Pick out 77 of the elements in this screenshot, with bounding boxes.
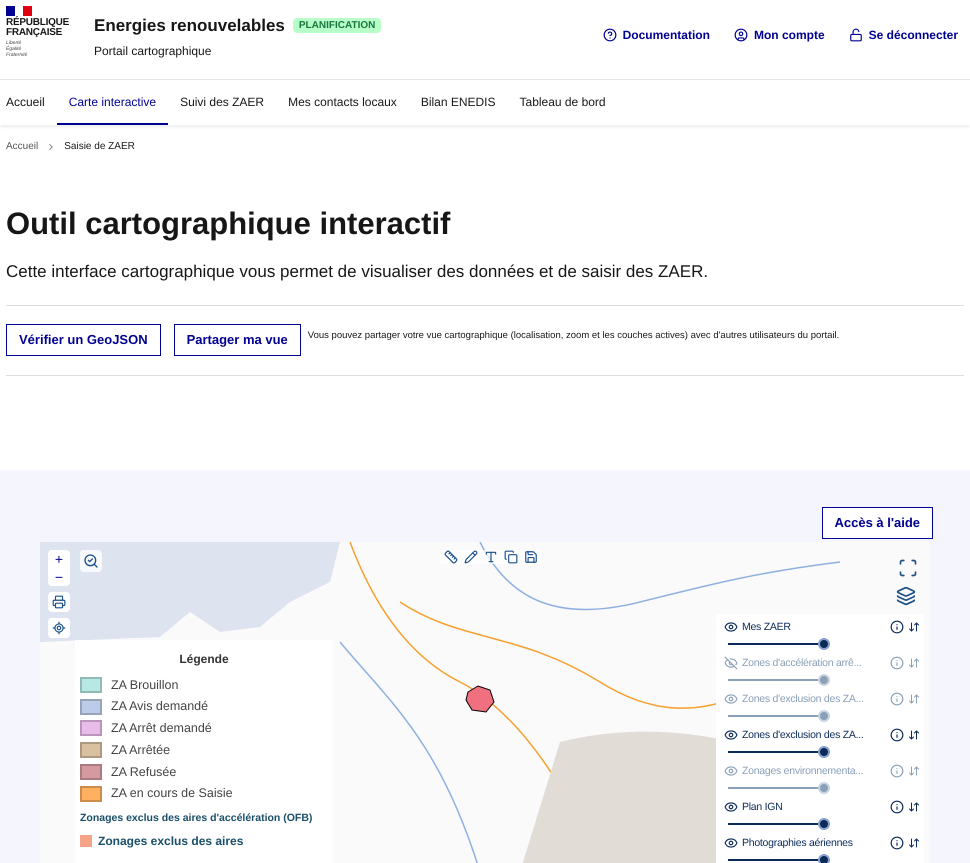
flag-icon	[6, 6, 32, 16]
share-note: Vous pouvez partager votre vue cartographique (localisation, zoom et les couches actives) avec d'autres utilisateurs du portail.	[308, 329, 840, 344]
legend-label: ZA Arrêtée	[111, 742, 170, 759]
nav-tab[interactable]: Accueil	[0, 80, 57, 125]
legend-label: ZA Brouillon	[111, 676, 178, 694]
opacity-slider[interactable]	[728, 818, 830, 830]
print-button[interactable]	[48, 592, 70, 612]
pencil-icon[interactable]	[464, 550, 478, 564]
header-link[interactable]: Documentation	[602, 26, 710, 44]
save-icon[interactable]	[524, 550, 538, 564]
lock-icon	[848, 28, 863, 42]
help-button[interactable]: Accès à l'aide	[822, 506, 933, 538]
copy-icon[interactable]	[504, 550, 518, 564]
opacity-slider[interactable]	[728, 854, 830, 863]
info-icon[interactable]	[890, 620, 904, 634]
planification-badge: PLANIFICATION	[292, 18, 382, 34]
zoom-in-button[interactable]: +	[48, 550, 70, 568]
locate-icon	[52, 620, 66, 634]
layers-icon	[896, 586, 916, 606]
breadcrumb-link[interactable]: Saisie de ZAER	[64, 139, 135, 154]
action-button[interactable]: Partager ma vue	[174, 324, 301, 356]
search-icon	[83, 552, 99, 568]
layers-button[interactable]	[896, 586, 916, 606]
locate-button[interactable]	[48, 618, 70, 638]
eye-icon[interactable]	[724, 836, 738, 850]
info-icon[interactable]	[890, 728, 904, 742]
printer-icon	[52, 594, 66, 608]
fullscreen-icon	[898, 558, 918, 578]
info-icon[interactable]	[890, 836, 904, 850]
eye-icon[interactable]	[724, 728, 738, 742]
nav-tab[interactable]: Carte interactive	[56, 80, 168, 125]
legend-label: Zonages exclus des aires	[98, 833, 244, 850]
page-title: Outil cartographique interactif	[5, 205, 452, 243]
nav-tab[interactable]: Mes contacts locaux	[276, 80, 409, 125]
lead-text: Cette interface cartographique vous permet de visualiser des données et de saisir des ZAER.	[5, 261, 710, 283]
help-icon	[602, 28, 617, 42]
legend-label: ZA en cours de Saisie	[111, 785, 233, 802]
layer-name: Photographies aériennes	[742, 836, 853, 850]
site-subtitle: Portail cartographique	[94, 42, 212, 60]
opacity-slider[interactable]	[728, 638, 830, 650]
zoom-out-button[interactable]: −	[48, 568, 70, 586]
opacity-slider[interactable]	[728, 710, 830, 722]
nav-tab[interactable]: Tableau de bord	[508, 80, 618, 125]
legend-title: Légende	[178, 650, 230, 668]
layer-name: Zones d'accélération arrê...	[742, 656, 862, 670]
reorder-icon[interactable]	[908, 729, 920, 742]
layer-name: Zones d'exclusion des ZA...	[742, 728, 864, 742]
reorder-icon[interactable]	[908, 621, 920, 634]
legend-label: ZA Avis demandé	[111, 698, 208, 716]
nav-tab[interactable]: Bilan ENEDIS	[408, 80, 508, 125]
layer-name: Mes ZAER	[742, 620, 791, 634]
layer-name: Zones d'exclusion des ZA...	[742, 692, 864, 706]
site-title: Energies renouvelables	[94, 15, 285, 37]
opacity-slider[interactable]	[728, 746, 830, 758]
legend-section-title: Zonages exclus des aires d'accélération (OFB)	[80, 811, 314, 826]
eye-icon[interactable]	[724, 800, 738, 814]
legend-label: ZA Refusée	[111, 764, 176, 780]
ruler-icon[interactable]	[444, 550, 458, 564]
layer-name: Plan IGN	[742, 800, 782, 814]
info-icon[interactable]	[890, 800, 904, 814]
user-icon	[734, 28, 748, 42]
search-button[interactable]	[80, 550, 102, 572]
header-link[interactable]: Mon compte	[734, 26, 825, 44]
legend-label: ZA Arrêt demandé	[111, 720, 212, 737]
logo-text: RÉPUBLIQUE FRANÇAISE	[6, 18, 70, 38]
action-button[interactable]: Vérifier un GeoJSON	[6, 324, 161, 356]
nav-tab[interactable]: Suivi des ZAER	[168, 80, 276, 125]
reorder-icon[interactable]	[908, 801, 920, 814]
eye-icon[interactable]	[724, 620, 738, 634]
reorder-icon[interactable]	[908, 837, 920, 850]
opacity-slider[interactable]	[728, 782, 830, 794]
opacity-slider[interactable]	[728, 674, 830, 686]
breadcrumb-link[interactable]: Accueil	[6, 139, 38, 154]
fullscreen-button[interactable]	[898, 558, 918, 578]
layer-name: Zonages environnementa...	[742, 764, 864, 778]
header-link[interactable]: Se déconnecter	[848, 26, 958, 44]
text-icon[interactable]	[484, 550, 498, 564]
